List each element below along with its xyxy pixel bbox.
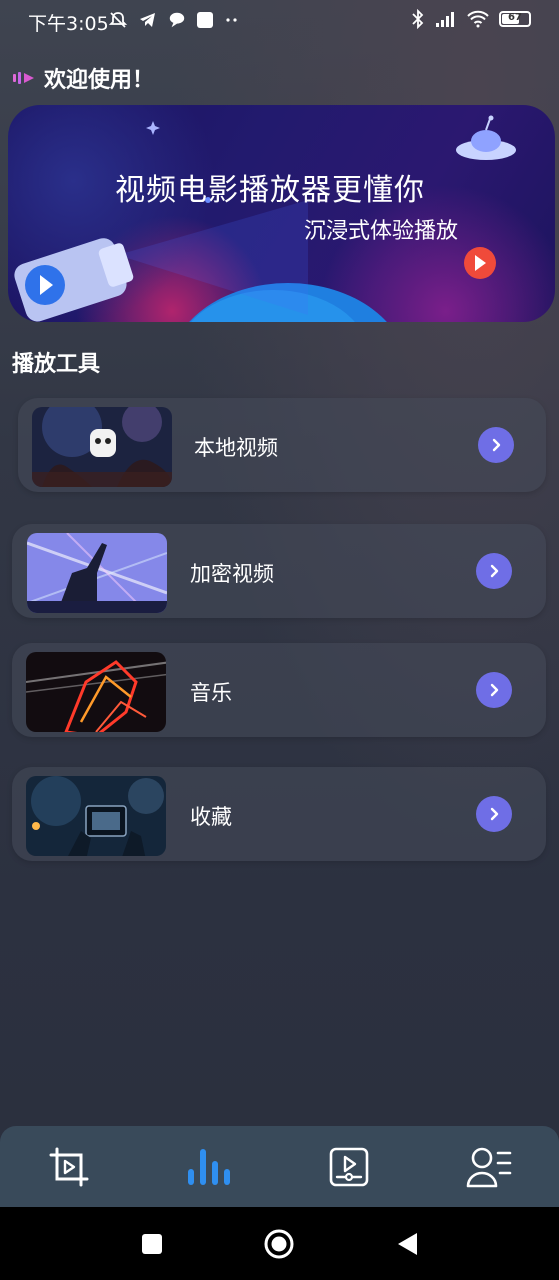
home-button[interactable] [264,1229,294,1259]
promo-banner[interactable]: 视频电影播放器更懂你 沉浸式体验播放 [8,105,555,322]
system-navigation-bar [0,1207,559,1280]
chevron-right-icon [490,564,499,578]
nav-equalizer[interactable] [186,1144,232,1190]
crop-play-icon [49,1147,89,1187]
status-bar: 下午3:05 67 [0,0,559,42]
nav-crop[interactable] [46,1144,92,1190]
music-thumbnail [26,652,166,732]
banner-title: 视频电影播放器更懂你 [115,173,425,208]
signal-icon [436,12,454,27]
chevron-right-icon [490,683,499,697]
home-circle-icon [264,1229,294,1259]
square-app-icon [197,12,213,28]
back-triangle-icon [398,1233,417,1255]
status-notification-icons [108,10,240,30]
square-icon [142,1234,162,1254]
tool-card-encrypted-video[interactable]: 加密视频 [12,524,546,618]
speaker-wave-icon [13,72,34,84]
tool-card-music[interactable]: 音乐 [12,643,546,737]
section-title: 播放工具 [12,352,101,377]
tool-card-local-video[interactable]: 本地视频 [18,398,546,492]
tool-card-favorites[interactable]: 收藏 [12,767,546,861]
video-player-icon [329,1147,369,1187]
chat-icon [169,12,185,28]
back-button[interactable] [392,1229,422,1259]
telegram-icon [140,13,155,27]
bottom-navigation [0,1126,559,1207]
nav-profile[interactable] [466,1144,512,1190]
tool-label: 本地视频 [194,436,278,460]
nav-video[interactable] [326,1144,372,1190]
tool-label: 收藏 [190,805,232,829]
welcome-text: 欢迎使用！ [44,68,155,93]
recent-apps-button[interactable] [137,1229,167,1259]
local-video-arrow-button[interactable] [478,427,514,463]
encrypted-video-thumbnail [27,533,167,613]
banner-illustration [14,115,516,322]
more-dots-icon [226,18,237,22]
status-time: 下午3:05 [28,13,109,35]
tool-label: 加密视频 [190,562,274,586]
favorites-thumbnail [26,776,166,856]
favorites-arrow-button[interactable] [476,796,512,832]
status-system-icons: 67 [411,9,531,29]
local-video-thumbnail [32,407,172,487]
mute-bell-icon [108,12,128,28]
encrypted-video-arrow-button[interactable] [476,553,512,589]
music-arrow-button[interactable] [476,672,512,708]
battery-icon: 67 [499,11,531,27]
battery-level: 67 [508,12,522,23]
banner-subtitle: 沉浸式体验播放 [304,219,459,244]
welcome-header: 欢迎使用！ [12,62,154,94]
chevron-right-icon [490,807,499,821]
user-list-icon [466,1147,512,1188]
chevron-right-icon [492,438,501,452]
wifi-icon [467,10,489,28]
tool-label: 音乐 [190,681,232,705]
bluetooth-icon [412,9,424,29]
equalizer-bars-icon [188,1149,230,1185]
